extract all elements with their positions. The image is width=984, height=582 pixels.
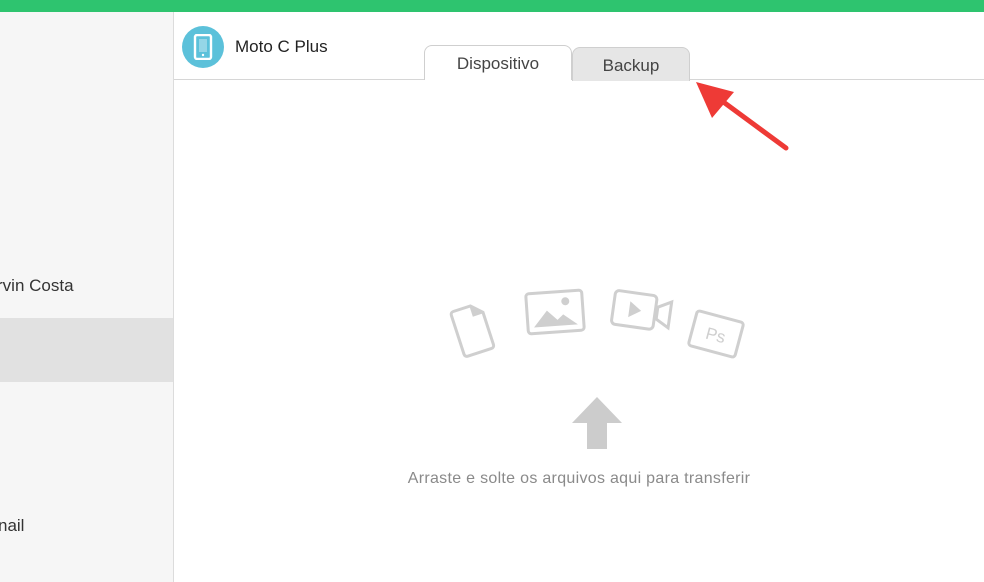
sidebar-item-selected[interactable] [0, 318, 173, 382]
photoshop-icon: Ps [687, 309, 745, 359]
tab-backup[interactable]: Backup [572, 47, 690, 81]
image-icon [524, 288, 586, 336]
main-panel: Moto C Plus Dispositivo Backup Ps Arrast… [174, 12, 984, 582]
video-icon [610, 289, 674, 331]
photoshop-label: Ps [704, 324, 728, 347]
device-name: Moto C Plus [235, 37, 328, 56]
sidebar-item-contact[interactable]: rvin Costa [0, 254, 173, 318]
top-accent-bar [0, 0, 984, 12]
upload-arrow-icon [572, 397, 622, 449]
sidebar-item-label: rvin Costa [0, 276, 74, 295]
sidebar: rvin Costa nail [0, 12, 174, 582]
file-type-icons: Ps [444, 280, 754, 370]
drop-instructions: Arraste e solte os arquivos aqui para tr… [407, 470, 751, 487]
sidebar-item-email[interactable]: nail [0, 494, 173, 558]
tab-dispositivo[interactable]: Dispositivo [424, 45, 572, 80]
sidebar-item-label: nail [0, 516, 25, 535]
document-icon [449, 304, 496, 358]
annotation-arrow-icon [696, 82, 789, 151]
file-drop-zone[interactable]: Ps Arraste e solte os arquivos aqui para… [174, 80, 984, 582]
tablet-icon [182, 26, 224, 68]
